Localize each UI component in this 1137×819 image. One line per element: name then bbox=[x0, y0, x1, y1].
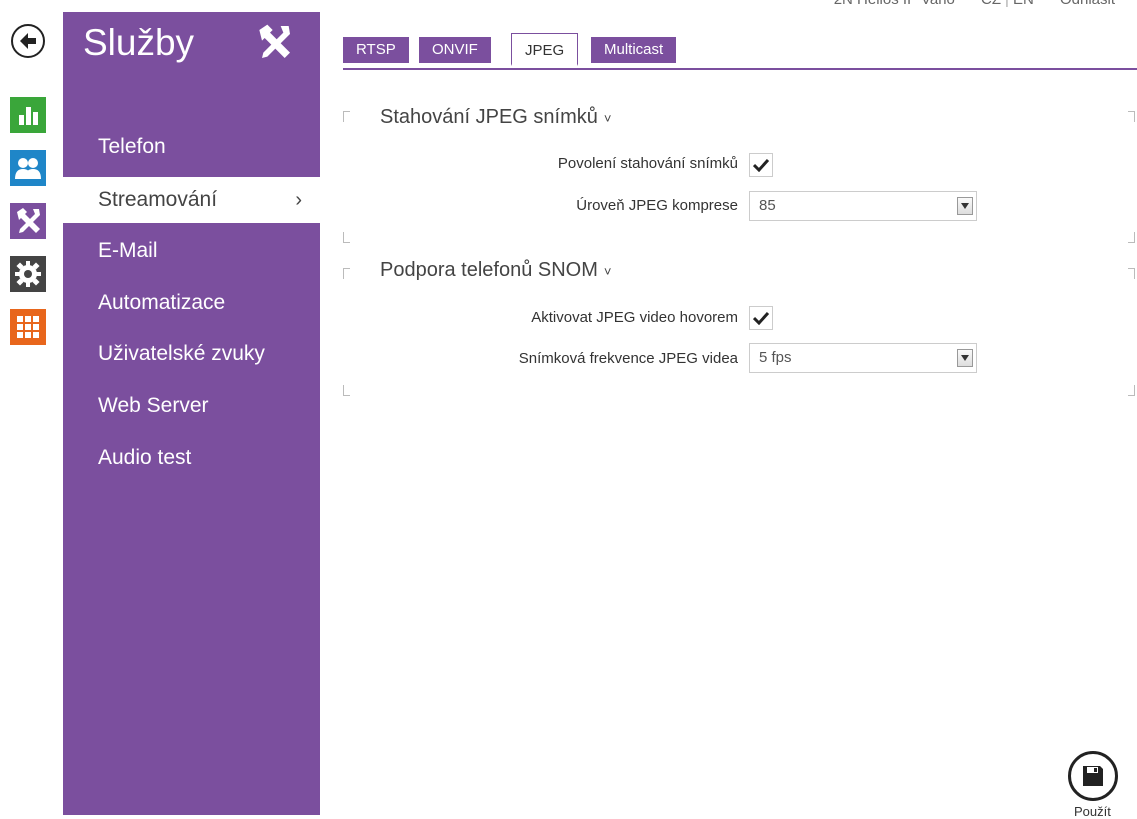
sidebar-item-email[interactable]: E-Mail bbox=[63, 228, 320, 274]
logout-link[interactable]: Odhlásit bbox=[1060, 0, 1115, 8]
jpeg-video-call-checkbox[interactable] bbox=[749, 306, 773, 330]
jpeg-compression-value: 85 bbox=[759, 197, 776, 214]
sidebar: Služby Telefon Streamování › E-Mail Auto… bbox=[63, 12, 320, 815]
back-icon bbox=[20, 33, 36, 49]
sidebar-item-streamovani[interactable]: Streamování › bbox=[63, 177, 320, 223]
chevron-right-icon: › bbox=[295, 189, 302, 211]
jpeg-compression-label: Úroveň JPEG komprese bbox=[576, 197, 738, 214]
sidebar-item-web-server[interactable]: Web Server bbox=[63, 383, 320, 429]
chevron-down-icon: ˅ bbox=[603, 111, 612, 126]
lang-separator: | bbox=[1005, 0, 1009, 8]
sidebar-item-telefon[interactable]: Telefon bbox=[63, 124, 320, 170]
jpeg-compression-select[interactable]: 85 bbox=[749, 191, 977, 221]
sidebar-item-automatizace[interactable]: Automatizace bbox=[63, 280, 320, 326]
rail-tools-button[interactable] bbox=[10, 203, 46, 239]
chevron-down-icon: ˅ bbox=[603, 264, 612, 279]
section-snom-support: Podpora telefonů SNOM ˅ Aktivovat JPEG vi… bbox=[343, 250, 1135, 396]
save-icon bbox=[1083, 766, 1103, 786]
lang-cz[interactable]: CZ bbox=[981, 0, 1001, 8]
apps-icon bbox=[17, 316, 39, 338]
dropdown-arrow-icon bbox=[957, 197, 973, 215]
users-icon bbox=[15, 158, 41, 179]
enable-download-label: Povolení stahování snímků bbox=[557, 155, 738, 172]
tab-rtsp[interactable]: RTSP bbox=[343, 37, 409, 63]
rail-settings-button[interactable] bbox=[10, 256, 46, 292]
lang-en[interactable]: EN bbox=[1013, 0, 1034, 8]
apply-label: Použít bbox=[1074, 804, 1111, 819]
rail-stats-button[interactable] bbox=[10, 97, 46, 133]
sidebar-item-audio-test[interactable]: Audio test bbox=[63, 435, 320, 481]
rail-apps-button[interactable] bbox=[10, 309, 46, 345]
section-title[interactable]: Stahování JPEG snímků ˅ bbox=[380, 106, 611, 129]
settings-icon bbox=[15, 261, 41, 287]
apply-button[interactable] bbox=[1068, 751, 1118, 801]
sidebar-item-label: Streamování bbox=[98, 188, 218, 211]
device-name: 2N Helios IP Vario bbox=[834, 0, 955, 8]
sidebar-item-uzivatelske-zvuky[interactable]: Uživatelské zvuky bbox=[63, 331, 320, 377]
tools-icon bbox=[253, 22, 295, 67]
rail-users-button[interactable] bbox=[10, 150, 46, 186]
tab-onvif[interactable]: ONVIF bbox=[419, 37, 491, 63]
tab-jpeg[interactable]: JPEG bbox=[511, 33, 579, 66]
sidebar-title: Služby bbox=[83, 22, 195, 63]
tab-bar: RTSP ONVIF JPEG Multicast bbox=[343, 33, 1137, 70]
back-button[interactable] bbox=[11, 24, 45, 58]
language-switch: CZ | EN bbox=[981, 0, 1034, 8]
top-header: 2N Helios IP Vario CZ | EN Odhlásit bbox=[812, 0, 1115, 8]
tools-icon bbox=[17, 208, 40, 233]
jpeg-framerate-value: 5 fps bbox=[759, 349, 792, 366]
dropdown-arrow-icon bbox=[957, 349, 973, 367]
section-title-text: Podpora telefonů SNOM bbox=[380, 259, 598, 281]
jpeg-video-call-label: Aktivovat JPEG video hovorem bbox=[531, 309, 738, 326]
section-title[interactable]: Podpora telefonů SNOM ˅ bbox=[380, 259, 612, 282]
jpeg-framerate-label: Snímková frekvence JPEG videa bbox=[518, 350, 738, 367]
section-title-text: Stahování JPEG snímků bbox=[380, 106, 598, 128]
checkmark-icon bbox=[753, 158, 769, 172]
checkmark-icon bbox=[753, 311, 769, 325]
jpeg-framerate-select[interactable]: 5 fps bbox=[749, 343, 977, 373]
enable-download-checkbox[interactable] bbox=[749, 153, 773, 177]
stats-icon bbox=[19, 107, 38, 125]
tab-multicast[interactable]: Multicast bbox=[591, 37, 677, 63]
section-jpeg-download: Stahování JPEG snímků ˅ Povolení stahován… bbox=[343, 97, 1135, 243]
